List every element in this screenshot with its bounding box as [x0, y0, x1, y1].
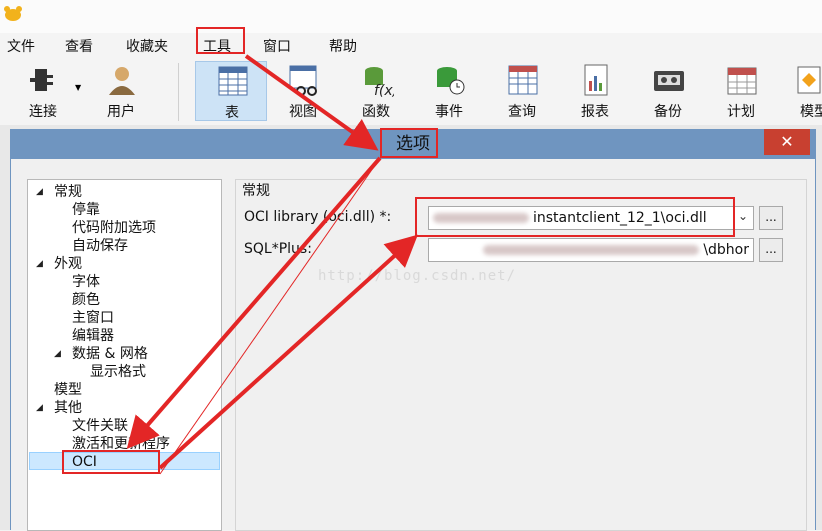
annotation-arrows: [126, 54, 418, 475]
arrow-tools-to-dialog: [244, 54, 379, 151]
arrow-oci-to-field: [158, 234, 418, 470]
arrow-guide-line: [159, 157, 381, 475]
